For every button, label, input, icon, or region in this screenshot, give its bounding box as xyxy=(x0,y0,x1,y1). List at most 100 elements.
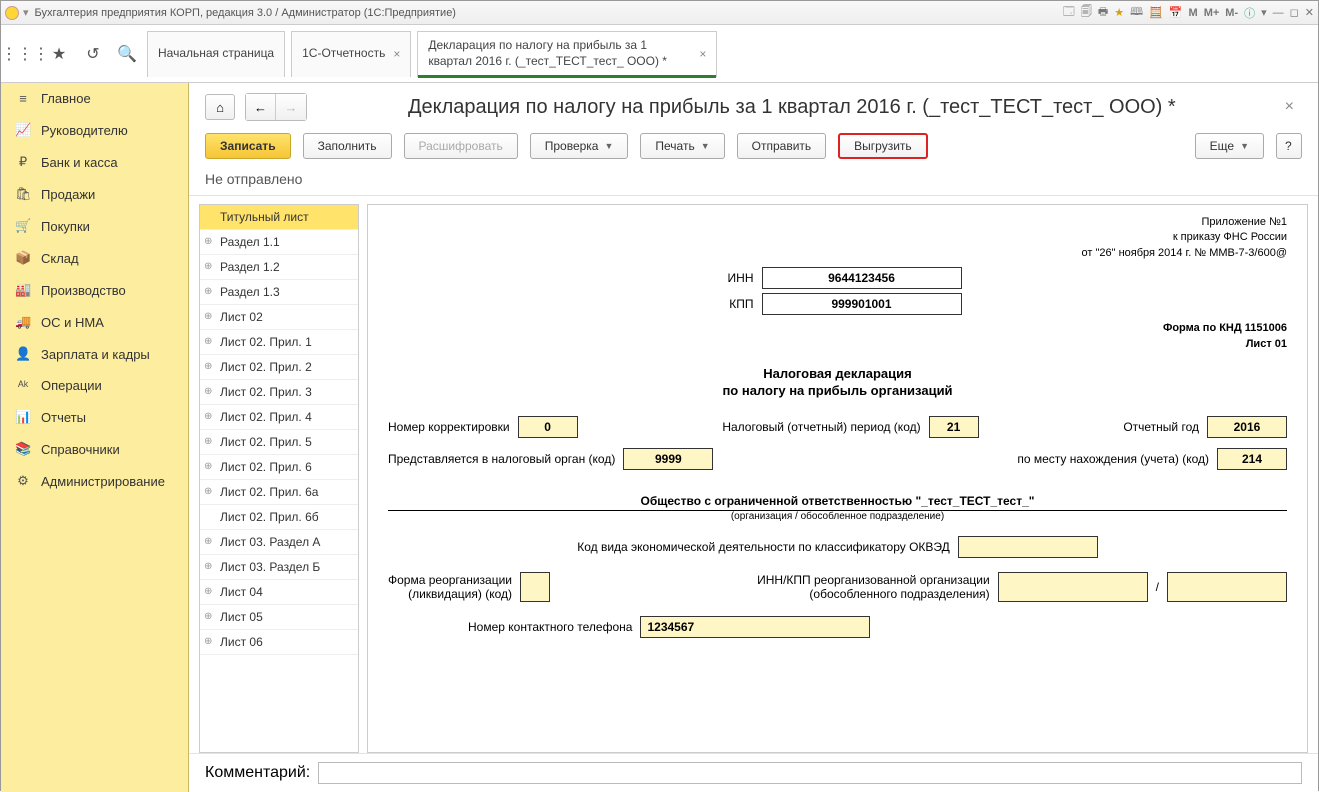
history-icon[interactable]: ↺ xyxy=(79,40,107,68)
star-icon[interactable]: ★ xyxy=(1114,6,1124,19)
reorg-code-field[interactable] xyxy=(520,572,550,602)
cart-icon: 🛒 xyxy=(15,218,31,234)
place-field[interactable]: 214 xyxy=(1217,448,1287,470)
comment-input[interactable] xyxy=(318,762,1302,784)
maximize-button[interactable]: ◻ xyxy=(1290,6,1299,19)
write-button[interactable]: Записать xyxy=(205,133,291,159)
send-button[interactable]: Отправить xyxy=(737,133,827,159)
minimize-button[interactable]: — xyxy=(1273,7,1284,19)
sidebar-item-sales[interactable]: 🛍Продажи xyxy=(1,178,188,210)
close-button[interactable]: ✕ xyxy=(1305,6,1314,19)
toolbar-icon[interactable]: 🖶 xyxy=(1098,3,1108,22)
tree-item[interactable]: Раздел 1.2 xyxy=(200,255,358,280)
period-label: Налоговый (отчетный) период (код) xyxy=(722,420,920,434)
books-icon: 📚 xyxy=(15,441,31,457)
tree-item[interactable]: Лист 02. Прил. 6б xyxy=(200,505,358,530)
tree-item[interactable]: Лист 02. Прил. 1 xyxy=(200,330,358,355)
tree-item[interactable]: Лист 04 xyxy=(200,580,358,605)
tree-item[interactable]: Раздел 1.3 xyxy=(200,280,358,305)
reorg-label2: (ликвидация) (код) xyxy=(388,587,512,601)
section-tree[interactable]: Титульный лист Раздел 1.1 Раздел 1.2 Раз… xyxy=(199,204,359,753)
toolbar-icon[interactable]: 🗔 xyxy=(1063,3,1075,22)
decipher-button[interactable]: Расшифровать xyxy=(404,133,518,159)
tree-item[interactable]: Раздел 1.1 xyxy=(200,230,358,255)
tab-declaration[interactable]: Декларация по налогу на прибыль за 1 ква… xyxy=(417,31,717,77)
person-icon: 👤 xyxy=(15,346,31,362)
period-field[interactable]: 21 xyxy=(929,416,979,438)
tree-item[interactable]: Лист 02. Прил. 5 xyxy=(200,430,358,455)
authority-field[interactable]: 9999 xyxy=(623,448,713,470)
year-field[interactable]: 2016 xyxy=(1207,416,1287,438)
tree-item[interactable]: Лист 03. Раздел А xyxy=(200,530,358,555)
bag-icon: 🛍 xyxy=(15,186,31,202)
sidebar-item-reports[interactable]: 📊Отчеты xyxy=(1,401,188,433)
reorg-inn-label1: ИНН/КПП реорганизованной организации xyxy=(757,573,990,587)
search-icon[interactable]: 🔍 xyxy=(113,40,141,68)
tree-item[interactable]: Лист 02. Прил. 2 xyxy=(200,355,358,380)
sidebar-item-warehouse[interactable]: 📦Склад xyxy=(1,242,188,274)
m-plus-button[interactable]: M+ xyxy=(1204,7,1220,19)
info-icon[interactable]: ⓘ xyxy=(1244,5,1255,21)
reorg-inn-field[interactable] xyxy=(998,572,1148,602)
toolbar-icon[interactable]: 🗐 xyxy=(1081,3,1092,22)
sidebar-item-main[interactable]: ≡Главное xyxy=(1,83,188,114)
tree-item[interactable]: Лист 02. Прил. 4 xyxy=(200,405,358,430)
sidebar-item-production[interactable]: 🏭Производство xyxy=(1,274,188,306)
help-button[interactable]: ? xyxy=(1276,133,1302,159)
sidebar-item-purchases[interactable]: 🛒Покупки xyxy=(1,210,188,242)
favorites-icon[interactable]: ★ xyxy=(45,40,73,68)
tab-reporting[interactable]: 1С-Отчетность× xyxy=(291,31,411,77)
calendar-icon[interactable]: 📅 xyxy=(1169,6,1183,19)
tab-home[interactable]: Начальная страница xyxy=(147,31,285,77)
tab-close-icon[interactable]: × xyxy=(393,47,400,61)
tree-item[interactable]: Лист 05 xyxy=(200,605,358,630)
tree-item[interactable]: Лист 03. Раздел Б xyxy=(200,555,358,580)
reorg-kpp-field[interactable] xyxy=(1167,572,1287,602)
forward-button[interactable]: → xyxy=(276,94,306,120)
fill-button[interactable]: Заполнить xyxy=(303,133,392,159)
sheet-label: Лист 01 xyxy=(388,337,1287,352)
sidebar-item-catalogs[interactable]: 📚Справочники xyxy=(1,433,188,465)
home-button[interactable]: ⌂ xyxy=(205,94,235,120)
sidebar-item-manager[interactable]: 📈Руководителю xyxy=(1,114,188,146)
sidebar-item-assets[interactable]: 🚚ОС и НМА xyxy=(1,306,188,338)
check-button[interactable]: Проверка▼ xyxy=(530,133,629,159)
phone-field[interactable]: 1234567 xyxy=(640,616,870,638)
tree-item[interactable]: Лист 02. Прил. 3 xyxy=(200,380,358,405)
order-text: к приказу ФНС России xyxy=(388,230,1287,245)
tree-item[interactable]: Лист 02. Прил. 6 xyxy=(200,455,358,480)
back-button[interactable]: ← xyxy=(246,94,276,120)
dropdown-icon[interactable]: ▾ xyxy=(23,6,29,19)
m-button[interactable]: M xyxy=(1189,7,1198,19)
apps-icon[interactable]: ⋮⋮⋮ xyxy=(11,40,39,68)
close-document-button[interactable]: × xyxy=(1277,98,1302,116)
sidebar-item-hr[interactable]: 👤Зарплата и кадры xyxy=(1,338,188,370)
reorg-inn-label2: (обособленного подразделения) xyxy=(757,587,990,601)
sidebar-item-operations[interactable]: ᴬᵏОперации xyxy=(1,370,188,401)
calc-icon[interactable]: 🧮 xyxy=(1149,6,1163,19)
m-minus-button[interactable]: M- xyxy=(1225,7,1238,19)
more-button[interactable]: Еще▼ xyxy=(1195,133,1264,159)
toolbar-icon[interactable]: 🕮 xyxy=(1130,3,1143,22)
print-button[interactable]: Печать▼ xyxy=(640,133,724,159)
export-button[interactable]: Выгрузить xyxy=(838,133,928,159)
kpp-field[interactable]: 999901001 xyxy=(762,293,962,315)
tree-item[interactable]: Титульный лист xyxy=(200,205,358,230)
status-text: Не отправлено xyxy=(189,169,1318,196)
tree-item[interactable]: Лист 02 xyxy=(200,305,358,330)
okved-field[interactable] xyxy=(958,536,1098,558)
truck-icon: 🚚 xyxy=(15,314,31,330)
tree-item[interactable]: Лист 06 xyxy=(200,630,358,655)
tree-item[interactable]: Лист 02. Прил. 6а xyxy=(200,480,358,505)
inn-field[interactable]: 9644123456 xyxy=(762,267,962,289)
form-code: Форма по КНД 1151006 xyxy=(388,321,1287,336)
sidebar-item-bank[interactable]: ₽Банк и касса xyxy=(1,146,188,178)
tab-close-icon[interactable]: × xyxy=(699,47,706,61)
form-title2: по налогу на прибыль организаций xyxy=(388,383,1287,398)
ruble-icon: ₽ xyxy=(15,154,31,170)
sidebar-item-admin[interactable]: ⚙Администрирование xyxy=(1,465,188,497)
corr-field[interactable]: 0 xyxy=(518,416,578,438)
dropdown-icon[interactable]: ▾ xyxy=(1261,6,1267,19)
inn-label: ИНН xyxy=(714,271,754,285)
window-title: Бухгалтерия предприятия КОРП, редакция 3… xyxy=(35,7,1063,19)
